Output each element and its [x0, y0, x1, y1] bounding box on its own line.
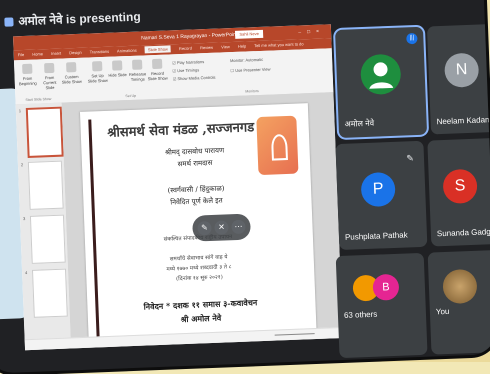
custom-show-icon	[66, 62, 77, 73]
record-icon	[151, 58, 163, 70]
powerpoint-window: Namari S.Seva 1 Rayagrayan - PowerPoint …	[13, 24, 343, 351]
more-icon[interactable]: ⋯	[231, 219, 246, 235]
mic-off-icon: ✎	[406, 153, 415, 164]
speaking-icon: |||	[406, 32, 418, 45]
avatar: P	[360, 171, 396, 208]
avatar: S	[442, 168, 478, 205]
account-button[interactable]: Sahil Neve	[234, 29, 264, 39]
tab-slide-show[interactable]: Slide Show	[144, 45, 172, 54]
participant-tile[interactable]: ||| अमोल नेवे	[335, 26, 428, 138]
timer-icon	[132, 59, 143, 70]
custom-slide-show-button[interactable]: Custom Slide Show	[60, 62, 83, 85]
person-icon	[369, 62, 394, 89]
thumb-number: 3	[22, 216, 26, 222]
play-icon	[22, 63, 33, 75]
tab-design[interactable]: Design	[69, 50, 82, 55]
zoom-slider[interactable]	[274, 333, 315, 336]
participant-tile[interactable]: ✎ P Pushplata Pathak	[335, 140, 428, 251]
group-set-up: Set Up	[125, 93, 137, 99]
tab-review[interactable]: Review	[200, 45, 213, 51]
thumb-number: 2	[20, 162, 24, 168]
slide-thumbnail[interactable]	[31, 268, 68, 318]
tab-insert[interactable]: Insert	[51, 51, 61, 56]
play-current-icon	[44, 62, 55, 74]
participant-tile[interactable]: S Sunanda Gadgil	[427, 137, 490, 247]
tab-animations[interactable]: Animations	[117, 48, 137, 54]
slide-canvas: श्रीसमर्थ सेवा मंडळ ,सज्जनगड श्रीमद् दास…	[61, 92, 343, 351]
tell-me-search[interactable]: Tell me what you want to do	[254, 41, 304, 48]
from-current-slide-button[interactable]: From Current Slide	[38, 62, 61, 91]
presenter-view-checkbox[interactable]: ☐ Use Presenter View	[230, 67, 270, 74]
tab-home[interactable]: Home	[32, 51, 43, 56]
group-start-slide-show: Start Slide Show	[25, 97, 52, 102]
checkbox-use-timings[interactable]: ☑ Use Timings	[172, 67, 199, 73]
self-photo	[442, 268, 478, 305]
window-controls[interactable]: –□×	[298, 24, 325, 39]
slide-side-bar	[88, 119, 100, 338]
setup-icon	[92, 61, 103, 72]
record-slide-show-button[interactable]: Record Slide Show	[146, 58, 169, 81]
device-screen: अमोल नेवे is presenting Namari S.Seva 1 …	[0, 0, 490, 374]
participant-name: Pushplata Pathak	[344, 230, 408, 242]
avatar	[359, 53, 402, 96]
monitor-select[interactable]: Automatic	[245, 57, 263, 63]
participant-name: Neelam Kadam	[436, 115, 490, 127]
from-beginning-button[interactable]: From Beginning	[16, 63, 39, 86]
avatar: N	[444, 52, 480, 88]
slide-thumbnail[interactable]	[29, 214, 66, 264]
participant-name: You	[435, 306, 450, 317]
checkbox-show-media-controls[interactable]: ☑ Show Media Controls	[173, 75, 216, 82]
others-tile[interactable]: B 63 others	[335, 252, 428, 359]
avatar: B	[372, 273, 400, 301]
slide-heading: श्रीसमर्थ सेवा मंडळ ,सज्जनगड	[107, 120, 255, 141]
tab-transitions[interactable]: Transitions	[90, 49, 110, 55]
self-tile[interactable]: You	[427, 249, 490, 355]
slide-thumbnail[interactable]	[27, 160, 64, 210]
monitor-label: Monitor: Automatic	[230, 56, 264, 64]
tab-record[interactable]: Record	[179, 46, 192, 51]
participant-tile[interactable]: N Neelam Kadam	[426, 23, 490, 135]
pin-icon[interactable]: ✎	[197, 220, 212, 236]
tab-file[interactable]: File	[18, 52, 25, 57]
mute-icon[interactable]: ✕	[214, 220, 229, 235]
thumb-number: 4	[24, 270, 28, 276]
hide-slide-icon	[112, 60, 123, 71]
participant-name: अमोल नेवे	[344, 118, 375, 129]
slide-thumbnail[interactable]	[25, 106, 64, 158]
meet-hover-controls[interactable]: ✎ ✕ ⋯	[192, 213, 251, 242]
presenting-text: अमोल नेवे is presenting	[18, 9, 141, 29]
thumb-number: 1	[18, 108, 22, 114]
participant-name: 63 others	[343, 309, 378, 320]
present-icon	[4, 17, 14, 27]
participant-name: Sunanda Gadgil	[436, 227, 490, 239]
tab-help[interactable]: Help	[238, 43, 246, 48]
tab-view[interactable]: View	[221, 44, 230, 49]
checkbox-play-narrations[interactable]: ☑ Play Narrations	[172, 59, 204, 65]
presenting-banner: अमोल नेवे is presenting	[4, 8, 141, 30]
group-monitors: Monitors	[245, 89, 259, 94]
